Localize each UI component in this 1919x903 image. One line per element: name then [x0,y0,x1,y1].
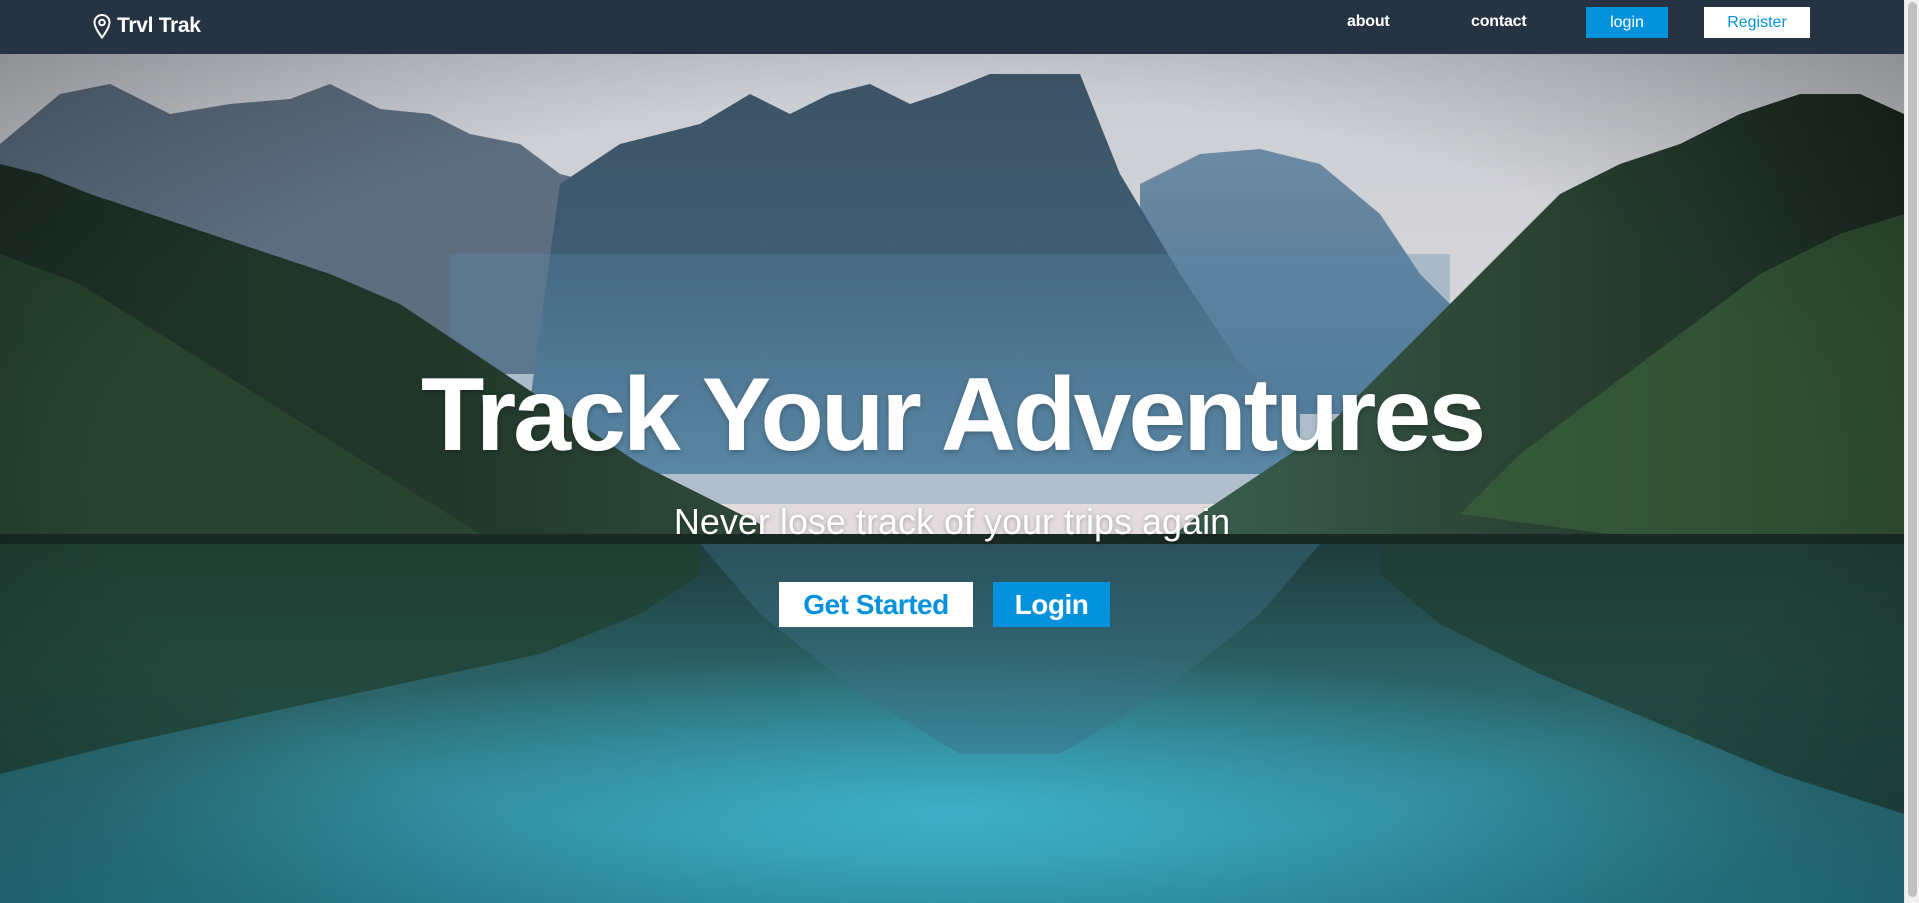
nav-link-about[interactable]: about [1347,13,1390,31]
map-pin-icon [93,13,111,39]
hero-login-button[interactable]: Login [993,582,1110,627]
page: Trvl Trak about contact login Register T… [0,0,1919,903]
hero-subtitle: Never lose track of your trips again [673,501,1231,542]
vertical-scrollbar[interactable] [1904,0,1919,903]
hero-background-image [0,54,1904,903]
nav-login-button[interactable]: login [1586,7,1668,38]
hero-section: Track Your Adventures Never lose track o… [0,54,1904,903]
nav-register-button[interactable]: Register [1704,7,1810,38]
nav-link-contact[interactable]: contact [1471,13,1527,31]
brand-name: Trvl Trak [117,14,201,37]
top-navbar: Trvl Trak about contact login Register [0,0,1904,54]
scrollbar-thumb[interactable] [1908,2,1917,897]
get-started-button[interactable]: Get Started [779,582,973,627]
brand-logo[interactable]: Trvl Trak [93,12,201,40]
hero-title: Track Your Adventures [420,357,1486,473]
